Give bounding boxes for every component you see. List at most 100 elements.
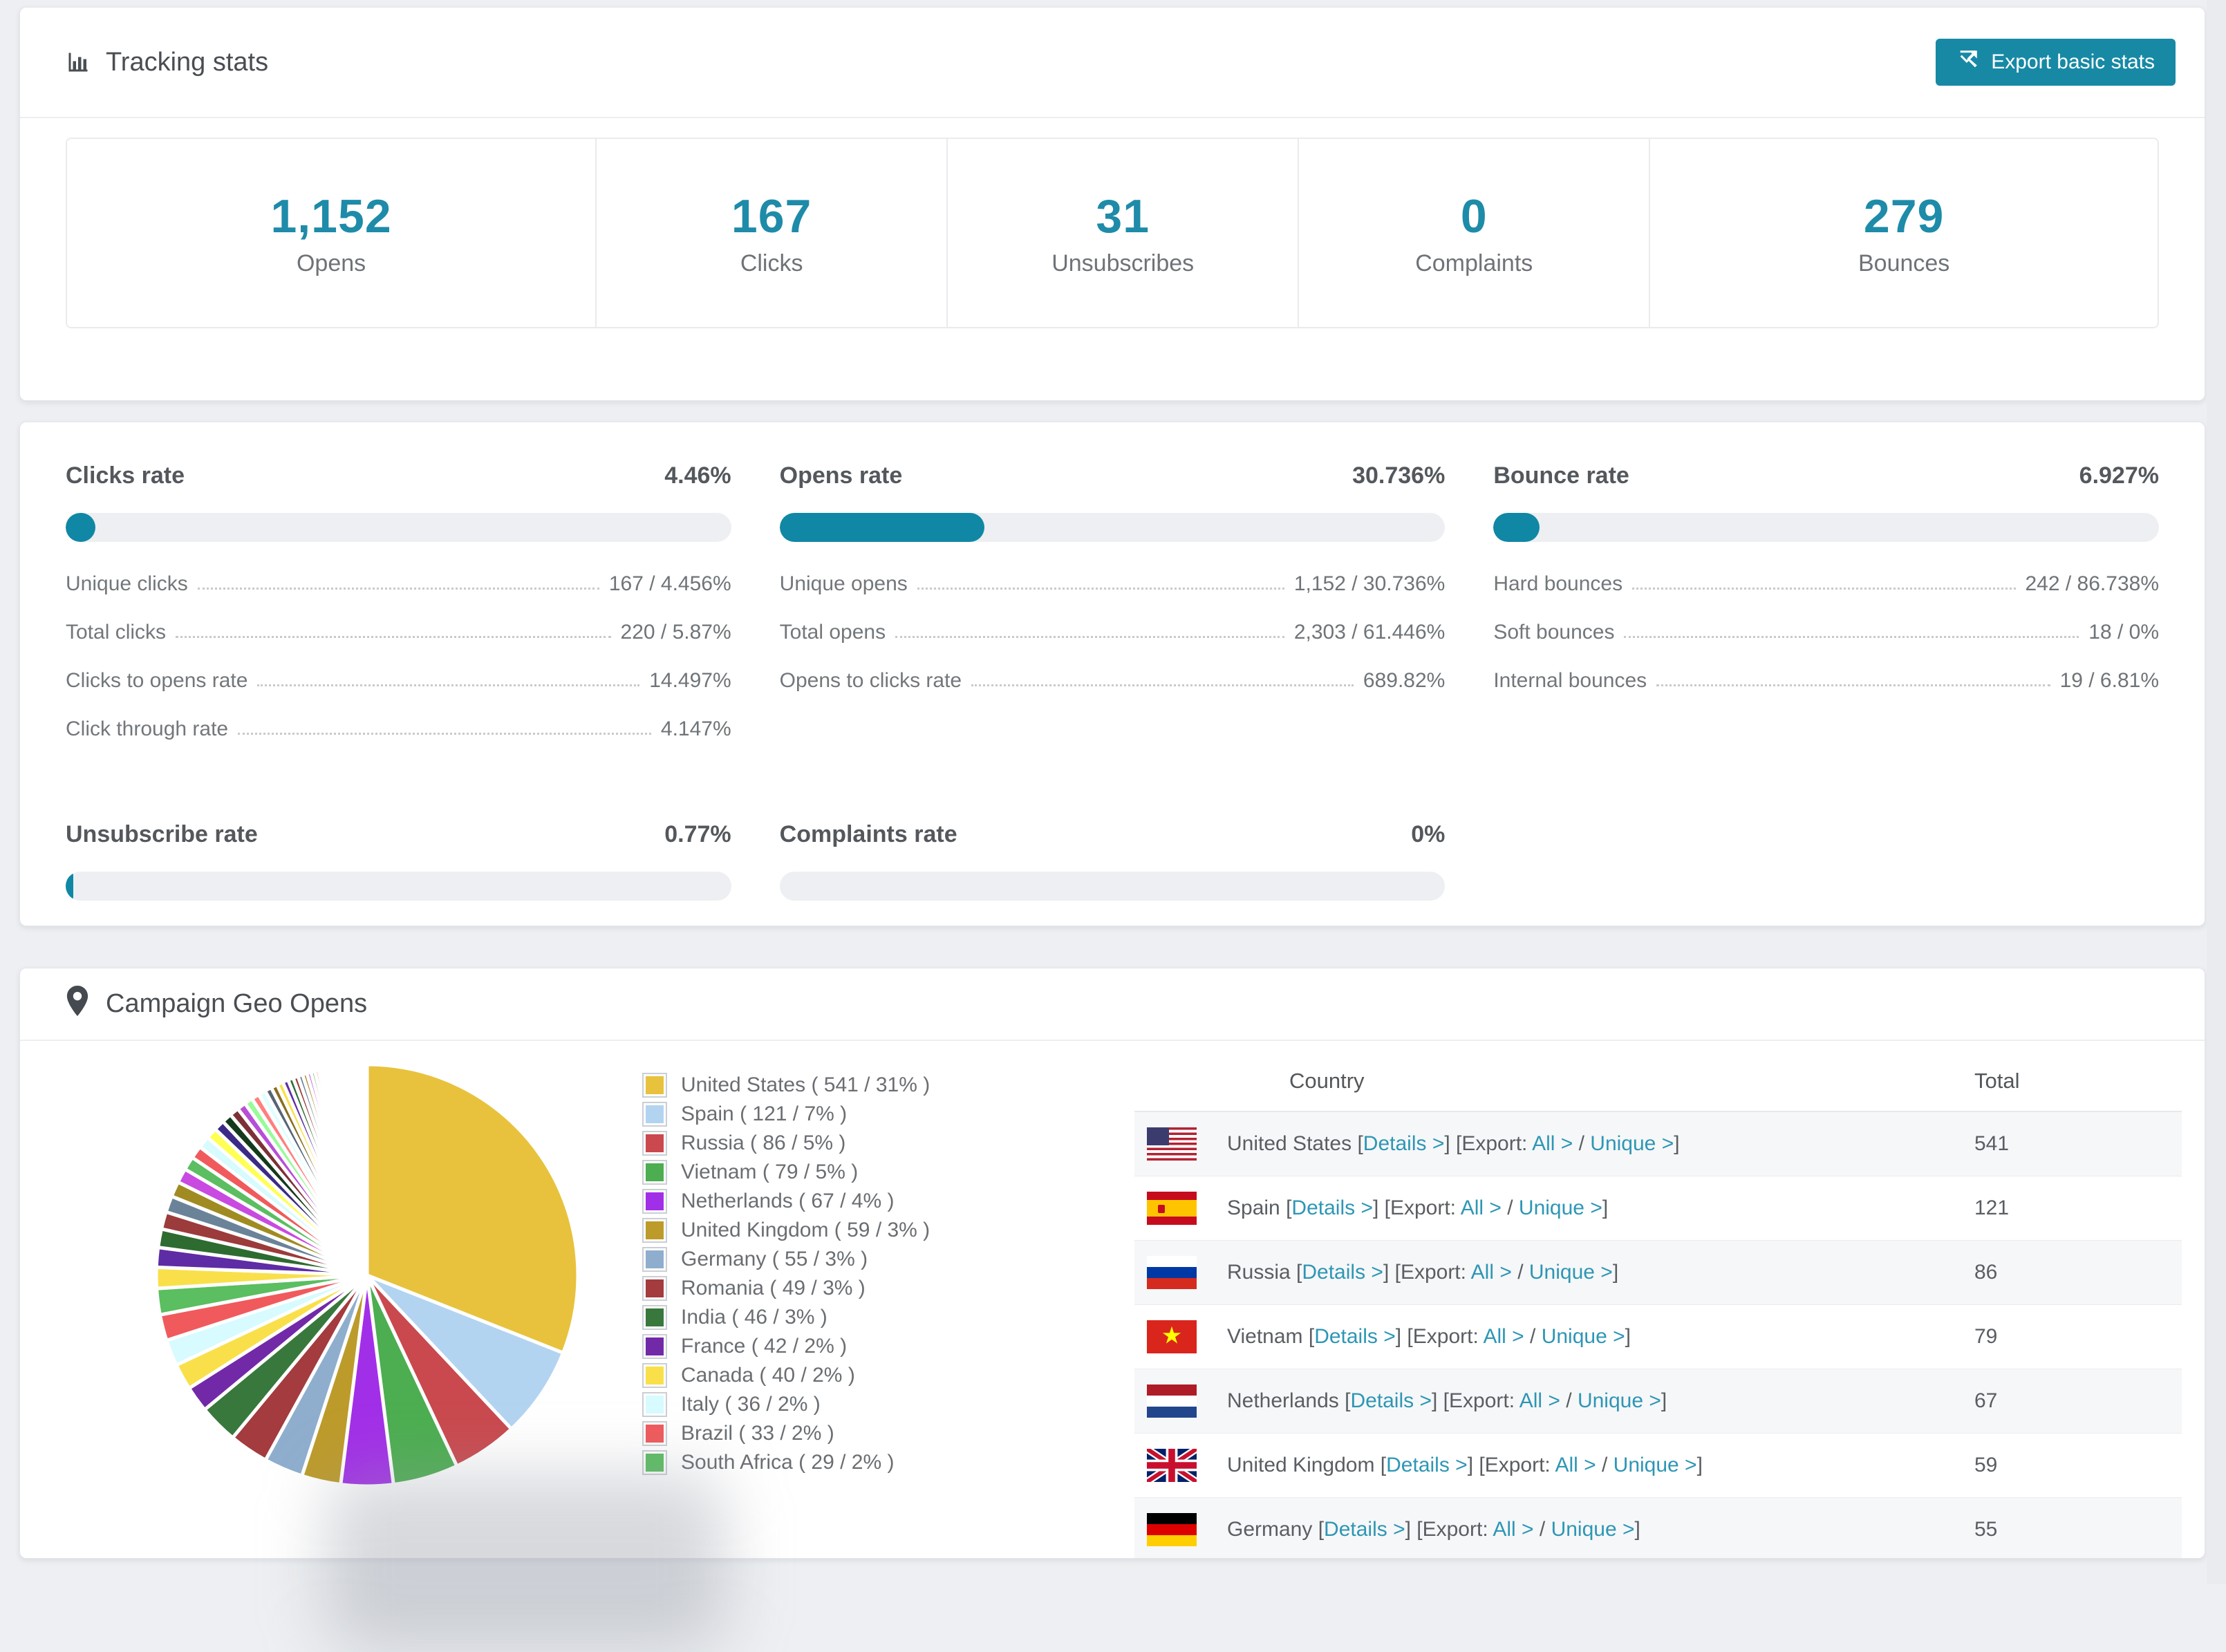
legend-label: France ( 42 / 2% ) [681, 1335, 848, 1358]
country-name: United Kingdom [1227, 1454, 1375, 1476]
stat-label: Opens [296, 250, 366, 276]
export-all-link[interactable]: All > [1461, 1196, 1502, 1219]
legend-swatch [642, 1073, 667, 1098]
country-cell: United Kingdom [Details >] [Export: All … [1227, 1454, 1703, 1476]
total-cell: 541 [1974, 1132, 2010, 1155]
legend-label: India ( 46 / 3% ) [681, 1306, 827, 1329]
progress-bar-fill [66, 872, 73, 901]
dotted-leader [971, 684, 1354, 686]
dotted-leader [238, 733, 651, 735]
legend-swatch [642, 1450, 667, 1475]
dotted-leader [197, 588, 599, 590]
stat-clicks: 167 Clicks [597, 139, 948, 327]
column-header-total: Total [1974, 1069, 2020, 1093]
tracking-stats-card: Tracking stats Export basic stats 1,152 O… [19, 7, 2205, 401]
rate-title: Complaints rate [779, 821, 957, 847]
legend-item: Canada ( 40 / 2% ) [642, 1362, 930, 1389]
details-link[interactable]: Details > [1386, 1454, 1468, 1476]
details-link[interactable]: Details > [1291, 1196, 1373, 1219]
rate-detail-rows: Unique opens 1,152 / 30.736% Total opens 2,… [780, 572, 1446, 693]
rate-title: Unsubscribe rate [66, 821, 258, 847]
legend-label: Russia ( 86 / 5% ) [681, 1132, 846, 1154]
table-row: United Kingdom [Details >] [Export: All … [1134, 1434, 2182, 1498]
total-cell: 121 [1974, 1196, 2010, 1219]
rates-grid: Clicks rate 4.46% Unique clicks 167 / 4.456… [20, 422, 2205, 926]
rate-head: Clicks rate 4.46% [66, 462, 731, 489]
progress-bar-fill [1493, 513, 1540, 542]
rate-block-complaints-rate: Complaints rate0%Complaints0 [779, 821, 1446, 926]
rate-row-label: Hard bounces [1493, 572, 1623, 595]
legend-label: Germany ( 55 / 3% ) [681, 1248, 868, 1270]
flag-nl-icon [1147, 1385, 1197, 1418]
rate-row-label: Unique clicks [66, 572, 188, 595]
legend-item: United Kingdom ( 59 / 3% ) [642, 1217, 930, 1243]
legend-item: Vietnam ( 79 / 5% ) [642, 1159, 930, 1185]
details-link[interactable]: Details > [1324, 1518, 1405, 1541]
rate-row-value: 19 / 6.81% [2059, 669, 2159, 692]
export-unique-link[interactable]: Unique > [1542, 1325, 1625, 1348]
export-unique-link[interactable]: Unique > [1519, 1196, 1602, 1219]
export-all-link[interactable]: All > [1555, 1454, 1596, 1476]
export-all-link[interactable]: All > [1493, 1518, 1533, 1541]
progress-bar [779, 872, 1446, 901]
legend-swatch [642, 1305, 667, 1330]
stat-value: 279 [1863, 189, 1945, 243]
export-unique-link[interactable]: Unique > [1614, 1454, 1697, 1476]
legend-swatch [642, 1276, 667, 1301]
rate-value: 6.927% [2079, 462, 2159, 489]
details-link[interactable]: Details > [1363, 1132, 1445, 1155]
details-link[interactable]: Details > [1314, 1325, 1396, 1348]
stats-summary-box: 1,152 Opens 167 Clicks 31 Unsubscribes 0 Compla… [66, 138, 2159, 328]
rate-detail-row: Soft bounces 18 / 0% [1493, 621, 2159, 644]
rate-row-value: 14.497% [649, 669, 731, 692]
legend-item: Russia ( 86 / 5% ) [642, 1130, 930, 1156]
page-title: Tracking stats [106, 47, 269, 77]
rate-row-label: Soft bounces [1493, 621, 1615, 644]
export-all-link[interactable]: All > [1532, 1132, 1573, 1155]
rate-row-label: Click through rate [66, 717, 229, 740]
rate-head: Unsubscribe rate 0.77% [66, 821, 731, 848]
export-all-link[interactable]: All > [1519, 1389, 1560, 1412]
pie-slice[interactable] [364, 1062, 369, 1276]
export-unique-link[interactable]: Unique > [1590, 1132, 1674, 1155]
export-unique-link[interactable]: Unique > [1551, 1518, 1635, 1541]
stat-value: 31 [1096, 189, 1150, 243]
stat-value: 167 [731, 189, 812, 243]
rate-head: Complaints rate 0% [780, 821, 1446, 848]
export-unique-link[interactable]: Unique > [1578, 1389, 1661, 1412]
rate-row-value: 4.147% [660, 717, 731, 740]
legend-label: Spain ( 121 / 7% ) [681, 1102, 848, 1125]
legend-swatch [642, 1421, 667, 1446]
dotted-leader [895, 636, 1284, 638]
rate-block-bounce-rate: Bounce rate 6.927% Hard bounces 242 / 86.73… [1493, 462, 2159, 766]
legend-swatch [642, 1392, 667, 1417]
rate-row-value: 689.82% [1363, 669, 1446, 692]
rate-title: Opens rate [779, 462, 903, 489]
legend-label: United Kingdom ( 59 / 3% ) [681, 1219, 930, 1241]
rate-title: Clicks rate [66, 462, 185, 489]
legend-label: Romania ( 49 / 3% ) [681, 1277, 866, 1299]
legend-label: Canada ( 40 / 2% ) [681, 1364, 855, 1387]
country-cell: Russia [Details >] [Export: All > / Uniq… [1227, 1261, 1619, 1284]
export-all-link[interactable]: All > [1483, 1325, 1524, 1348]
export-all-link[interactable]: All > [1471, 1261, 1512, 1284]
details-link[interactable]: Details > [1302, 1261, 1383, 1284]
total-cell: 79 [1974, 1325, 1998, 1348]
legend-item: Germany ( 55 / 3% ) [642, 1246, 930, 1273]
details-link[interactable]: Details > [1350, 1389, 1432, 1412]
progress-bar-fill [779, 513, 984, 542]
table-row: Germany [Details >] [Export: All > / Uni… [1134, 1498, 2182, 1558]
export-basic-stats-button[interactable]: Export basic stats [1936, 39, 2176, 86]
legend-swatch [642, 1363, 667, 1388]
dotted-leader [1632, 588, 2016, 590]
geo-opens-pie-chart[interactable] [139, 1049, 595, 1519]
campaign-geo-opens-card: Campaign Geo Opens United States ( 541 /… [19, 968, 2205, 1559]
legend-label: South Africa ( 29 / 2% ) [681, 1451, 895, 1474]
legend-label: Netherlands ( 67 / 4% ) [681, 1190, 895, 1212]
table-row: Spain [Details >] [Export: All > / Uniqu… [1134, 1176, 2182, 1241]
flag-gb-icon [1147, 1449, 1197, 1482]
progress-bar [66, 872, 731, 901]
stat-label: Unsubscribes [1051, 250, 1195, 276]
rate-detail-row: Unique opens 1,152 / 30.736% [780, 572, 1446, 596]
export-unique-link[interactable]: Unique > [1529, 1261, 1613, 1284]
